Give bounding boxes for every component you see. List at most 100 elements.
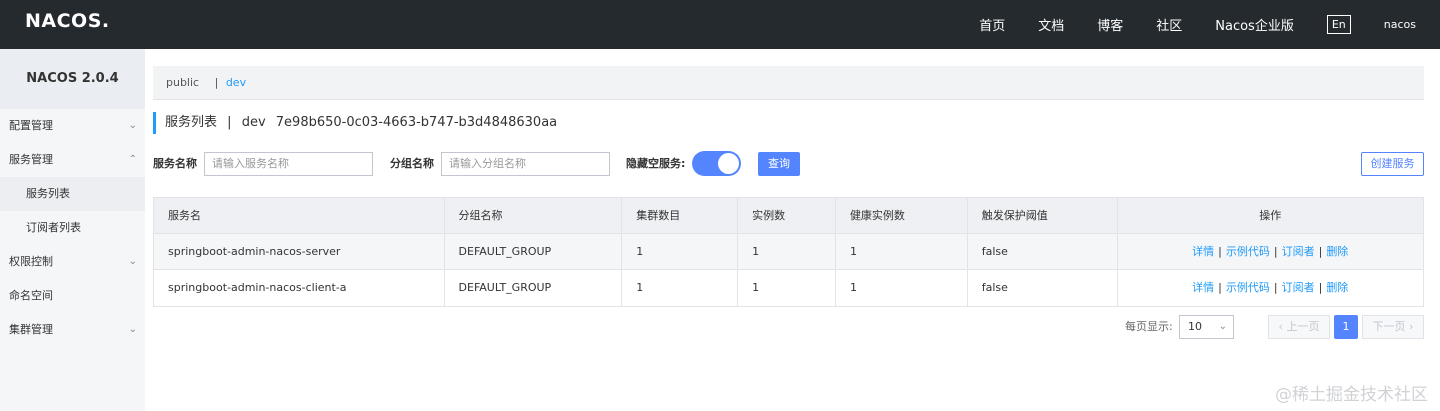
sidebar-item-label: 权限控制 <box>9 255 53 268</box>
prev-page-label: 上一页 <box>1286 320 1320 333</box>
detail-link[interactable]: 详情 <box>1192 245 1214 258</box>
column-header[interactable]: 健康实例数 <box>836 198 968 233</box>
column-header[interactable]: 实例数 <box>738 198 836 233</box>
action-separator: | <box>1218 281 1222 294</box>
namespace-separator: | <box>214 76 219 89</box>
group-name-cell: DEFAULT_GROUP <box>445 234 623 269</box>
action-separator: | <box>1273 281 1278 294</box>
table-row: springboot-admin-nacos-server DEFAULT_GR… <box>154 234 1423 270</box>
sidebar-item-label: 配置管理 <box>9 119 53 132</box>
chevron-right-icon: › <box>1409 320 1414 333</box>
actions-cell: 详情 | 示例代码 | 订阅者 | 删除 <box>1118 270 1423 306</box>
sidebar-item-service-management[interactable]: 服务管理 ⌃ <box>0 143 145 177</box>
instance-count-cell: 1 <box>738 270 836 306</box>
sample-code-link[interactable]: 示例代码 <box>1226 245 1270 258</box>
column-header[interactable]: 服务名 <box>154 198 445 233</box>
create-service-button[interactable]: 创建服务 <box>1361 152 1424 176</box>
actions-cell: 详情 | 示例代码 | 订阅者 | 删除 <box>1118 234 1423 269</box>
service-name-cell: springboot-admin-nacos-client-a <box>154 270 445 306</box>
sidebar-item-service-list[interactable]: 服务列表 <box>0 177 145 211</box>
nav-home[interactable]: 首页 <box>979 15 1005 34</box>
pagination: 每页显示: 10 ⌄ ‹ 上一页 1 下一页 › <box>145 315 1440 339</box>
current-page-button[interactable]: 1 <box>1334 315 1358 339</box>
sidebar-item-label: 服务管理 <box>9 153 53 166</box>
cluster-count-cell: 1 <box>622 270 739 306</box>
next-page-label: 下一页 <box>1372 320 1406 333</box>
chevron-down-icon: ⌄ <box>128 324 137 335</box>
page-title-separator: | <box>227 115 232 130</box>
delete-link[interactable]: 删除 <box>1326 281 1348 294</box>
namespace-dev[interactable]: dev <box>226 76 246 89</box>
prev-page-button[interactable]: ‹ 上一页 <box>1268 315 1330 339</box>
column-header[interactable]: 触发保护阈值 <box>968 198 1118 233</box>
sidebar-item-subscriber-list[interactable]: 订阅者列表 <box>0 211 145 245</box>
chevron-down-icon: ⌄ <box>128 120 137 131</box>
service-name-input[interactable]: 请输入服务名称 <box>204 152 373 176</box>
namespace-bar: public | dev <box>153 66 1424 100</box>
sample-code-link[interactable]: 示例代码 <box>1226 281 1270 294</box>
nav-enterprise[interactable]: Nacos企业版 <box>1215 15 1294 34</box>
sidebar-item-label: 订阅者列表 <box>26 221 81 234</box>
top-nav: 首页 文档 博客 社区 Nacos企业版 En nacos <box>979 0 1440 49</box>
chevron-down-icon: ⌄ <box>1218 321 1227 332</box>
page-size-select[interactable]: 10 ⌄ <box>1179 315 1234 339</box>
page-title-text: 服务列表 <box>165 115 218 130</box>
hide-empty-label: 隐藏空服务: <box>626 157 686 170</box>
namespace-public[interactable]: public <box>166 76 199 89</box>
sidebar-item-cluster-management[interactable]: 集群管理 ⌄ <box>0 313 145 347</box>
subscriber-link[interactable]: 订阅者 <box>1282 245 1315 258</box>
instance-count-cell: 1 <box>738 234 836 269</box>
sidebar-item-namespace[interactable]: 命名空间 <box>0 279 145 313</box>
action-separator: | <box>1318 245 1323 258</box>
protect-threshold-cell: false <box>968 270 1118 306</box>
sidebar: NACOS 2.0.4 配置管理 ⌄ 服务管理 ⌃ 服务列表 订阅者列表 权限控… <box>0 49 145 411</box>
group-name-cell: DEFAULT_GROUP <box>445 270 623 306</box>
nacos-logo[interactable]: NACOS. <box>25 10 110 32</box>
column-header: 操作 <box>1259 209 1282 222</box>
cluster-count-cell: 1 <box>622 234 739 269</box>
table-row: springboot-admin-nacos-client-a DEFAULT_… <box>154 270 1423 306</box>
protect-threshold-cell: false <box>968 234 1118 269</box>
filter-bar: 服务名称 请输入服务名称 分组名称 请输入分组名称 隐藏空服务: 查询 创建服务 <box>153 151 1424 176</box>
service-name-label: 服务名称 <box>153 157 197 170</box>
sidebar-item-config-management[interactable]: 配置管理 ⌄ <box>0 109 145 143</box>
action-separator: | <box>1318 281 1323 294</box>
sidebar-item-label: 命名空间 <box>9 289 53 302</box>
action-separator: | <box>1218 245 1222 258</box>
namespace-id: 7e98b650-0c03-4663-b747-b3d4848630aa <box>275 115 558 130</box>
chevron-up-icon: ⌃ <box>128 154 137 165</box>
healthy-count-cell: 1 <box>836 270 968 306</box>
user-name[interactable]: nacos <box>1384 18 1416 31</box>
group-name-label: 分组名称 <box>390 157 434 170</box>
healthy-count-cell: 1 <box>836 234 968 269</box>
next-page-button[interactable]: 下一页 › <box>1362 315 1424 339</box>
delete-link[interactable]: 删除 <box>1326 245 1348 258</box>
query-button[interactable]: 查询 <box>758 152 800 176</box>
detail-link[interactable]: 详情 <box>1192 281 1214 294</box>
toggle-knob <box>718 153 739 174</box>
page-title: 服务列表 | dev 7e98b650-0c03-4663-b747-b3d48… <box>153 112 557 134</box>
namespace-name: dev <box>241 115 266 130</box>
service-name-cell: springboot-admin-nacos-server <box>154 234 445 269</box>
column-header[interactable]: 集群数目 <box>622 198 739 233</box>
table-header-row: 服务名 分组名称 集群数目 实例数 健康实例数 触发保护阈值 操作 <box>154 198 1423 234</box>
sidebar-item-access-control[interactable]: 权限控制 ⌄ <box>0 245 145 279</box>
main-content: public | dev 服务列表 | dev 7e98b650-0c03-46… <box>145 49 1440 411</box>
chevron-down-icon: ⌄ <box>128 256 137 267</box>
language-toggle-button[interactable]: En <box>1326 15 1351 34</box>
subscriber-link[interactable]: 订阅者 <box>1282 281 1315 294</box>
sidebar-item-label: 服务列表 <box>26 187 70 200</box>
sidebar-item-label: 集群管理 <box>9 323 53 336</box>
hide-empty-toggle[interactable] <box>692 151 741 176</box>
page-size-label: 每页显示: <box>1125 320 1173 333</box>
nav-docs[interactable]: 文档 <box>1038 15 1064 34</box>
chevron-left-icon: ‹ <box>1278 320 1283 333</box>
column-header[interactable]: 分组名称 <box>445 198 623 233</box>
nav-blog[interactable]: 博客 <box>1097 15 1123 34</box>
nav-community[interactable]: 社区 <box>1156 15 1182 34</box>
service-table: 服务名 分组名称 集群数目 实例数 健康实例数 触发保护阈值 操作 spring… <box>153 197 1424 307</box>
action-separator: | <box>1273 245 1278 258</box>
page-size-value: 10 <box>1188 320 1202 333</box>
watermark: @稀土掘金技术社区 <box>1275 385 1428 405</box>
group-name-input[interactable]: 请输入分组名称 <box>441 152 610 176</box>
